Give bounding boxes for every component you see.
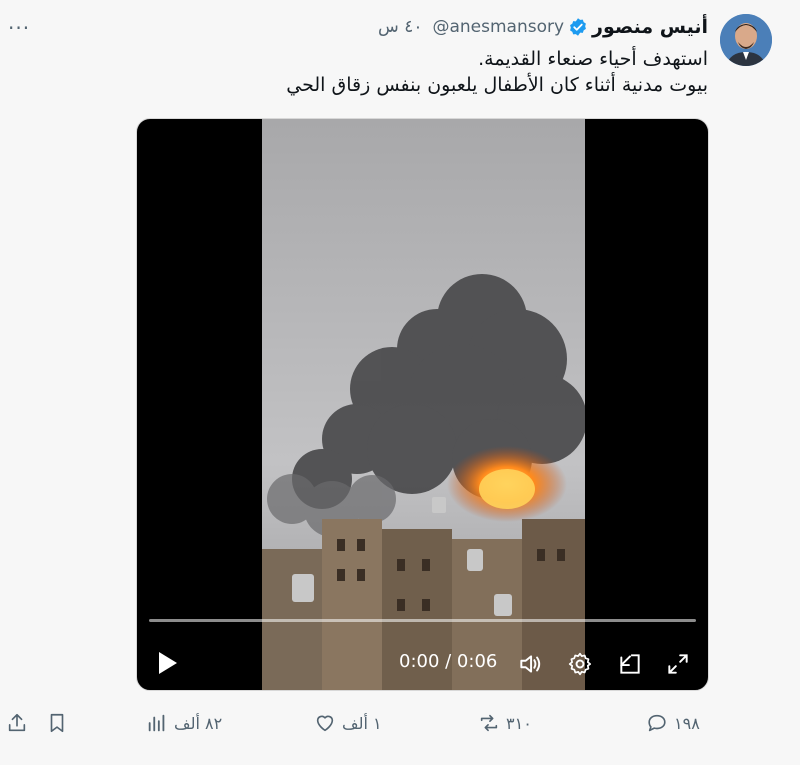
volume-icon[interactable] xyxy=(517,651,543,677)
bookmark-button[interactable] xyxy=(46,708,68,738)
tweet-actions: ٨٢ ألف ١ ألف ٣١٠ ١٩٨ xyxy=(0,708,800,738)
picture-in-picture-icon[interactable] xyxy=(617,651,643,677)
share-icon xyxy=(8,713,26,732)
repost-icon xyxy=(480,714,498,732)
reposts-count: ٣١٠ xyxy=(506,713,532,733)
settings-icon[interactable] xyxy=(567,651,593,677)
views-count: ٨٢ ألف xyxy=(174,713,223,733)
video-controls: 0:00 / 0:06 xyxy=(137,639,708,687)
fullscreen-icon[interactable] xyxy=(665,651,691,677)
like-button[interactable]: ١ ألف xyxy=(314,708,382,738)
tweet-card: ··· أنيس منصور @anesmansory ٤٠ س استهدف … xyxy=(0,0,800,765)
share-button[interactable] xyxy=(6,708,28,738)
video-timecode: 0:00 / 0:06 xyxy=(399,651,498,672)
video-player[interactable]: 0:00 / 0:06 xyxy=(136,118,709,691)
more-options-button[interactable]: ··· xyxy=(8,16,30,40)
author-handle[interactable]: @anesmansory xyxy=(432,17,564,37)
replies-count: ١٩٨ xyxy=(674,713,700,733)
video-frame xyxy=(262,119,585,690)
verified-badge-icon xyxy=(570,18,586,36)
repost-button[interactable]: ٣١٠ xyxy=(478,708,532,738)
reply-button[interactable]: ١٩٨ xyxy=(646,708,700,738)
tweet-text: استهدف أحياء صنعاء القديمة. بيوت مدنية أ… xyxy=(108,46,708,98)
likes-count: ١ ألف xyxy=(342,713,382,733)
video-progress-bar[interactable] xyxy=(149,619,696,622)
views-button[interactable]: ٨٢ ألف xyxy=(146,708,222,738)
author-name[interactable]: أنيس منصور xyxy=(592,16,708,38)
views-icon xyxy=(148,714,165,732)
tweet-text-line-1: استهدف أحياء صنعاء القديمة. xyxy=(478,48,708,70)
avatar-image xyxy=(720,14,772,66)
avatar[interactable] xyxy=(720,14,772,66)
tweet-text-line-2: بيوت مدنية أثناء كان الأطفال يلعبون بنفس… xyxy=(286,74,708,96)
reply-icon xyxy=(648,714,666,732)
bookmark-icon xyxy=(50,713,64,733)
play-icon[interactable] xyxy=(157,651,179,675)
heart-icon xyxy=(316,715,334,732)
tweet-time[interactable]: ٤٠ س xyxy=(378,17,422,37)
tweet-header: أنيس منصور @anesmansory ٤٠ س xyxy=(378,14,708,40)
